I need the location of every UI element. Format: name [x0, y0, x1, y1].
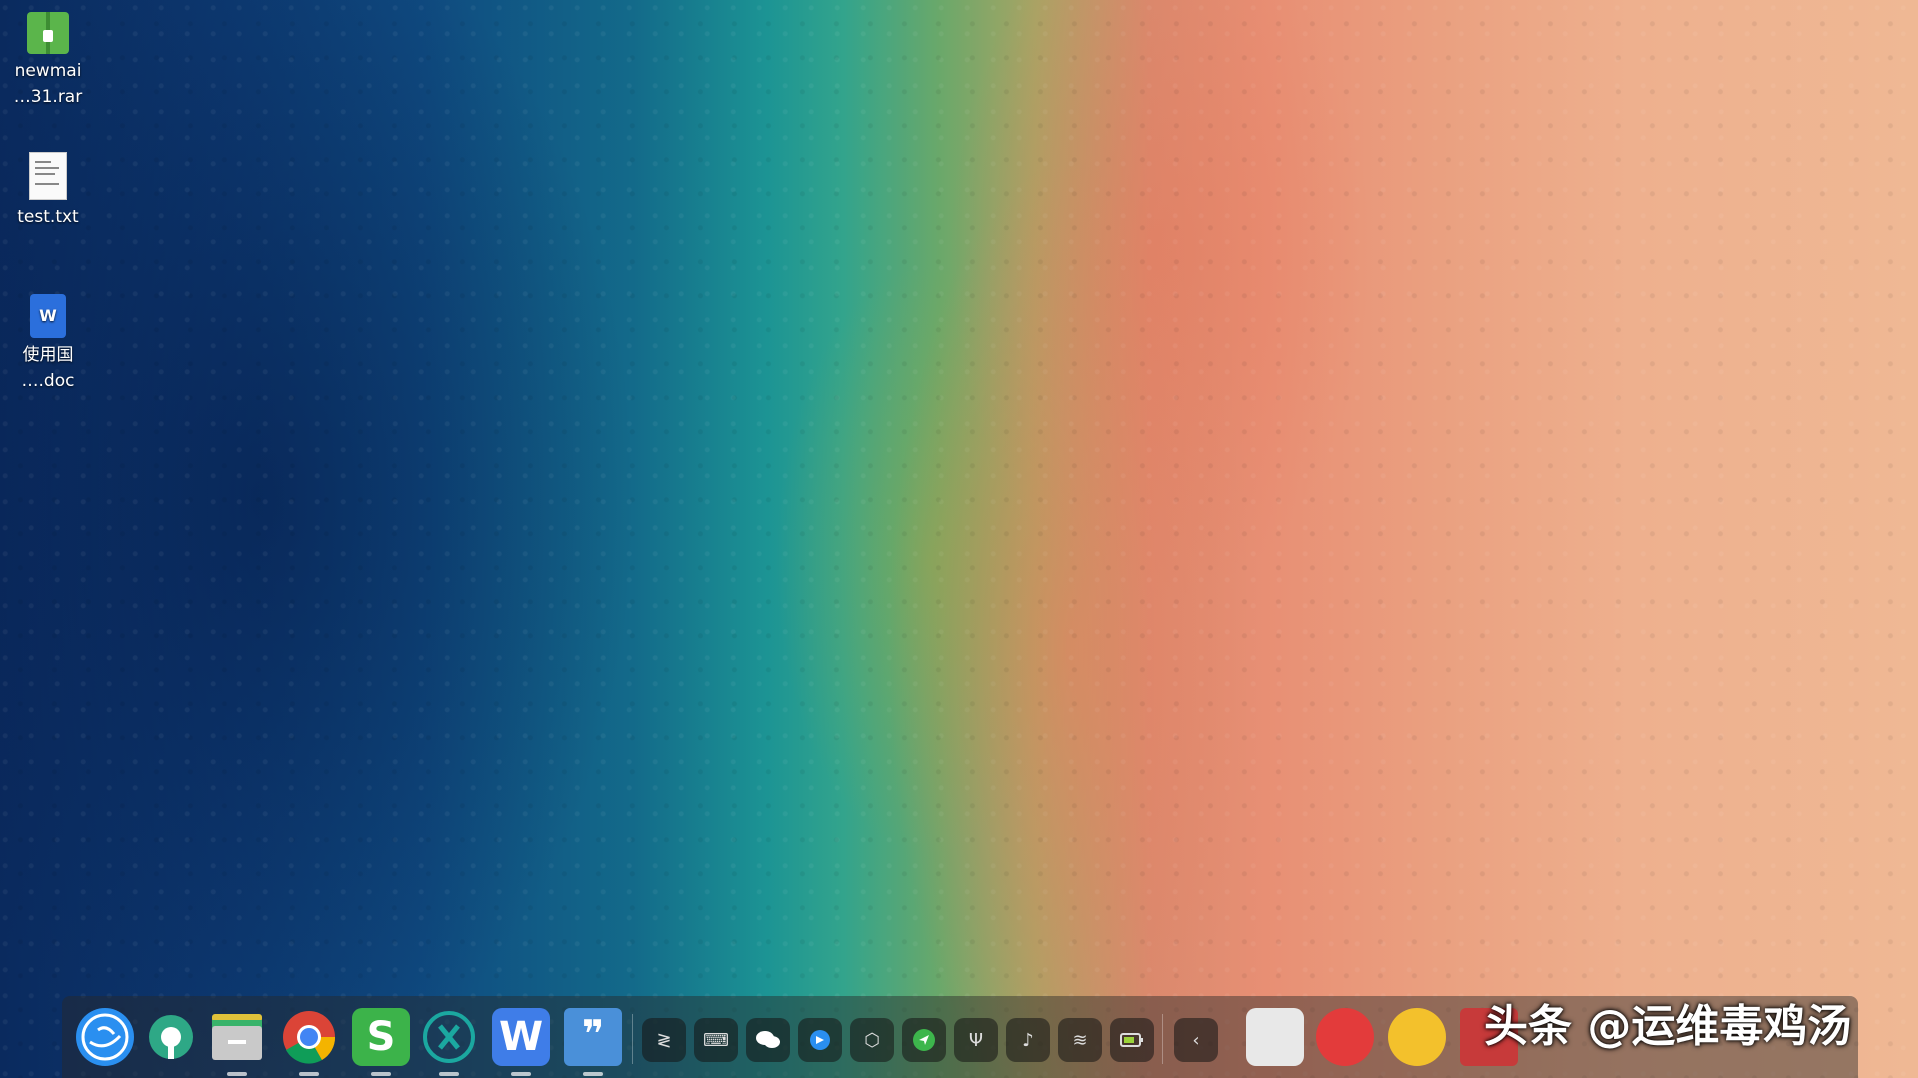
chrome-icon[interactable]: [280, 1008, 338, 1076]
desktop-file-doc[interactable]: W 使用国 ….doc: [4, 294, 92, 394]
x-remote-icon[interactable]: [420, 1008, 478, 1076]
desktop-file-label: …31.rar: [13, 87, 83, 107]
red-app-icon[interactable]: [1316, 1008, 1374, 1066]
desktop-file-rar[interactable]: newmai …31.rar: [4, 12, 92, 110]
wps-w-icon[interactable]: W: [492, 1008, 550, 1076]
desktop-file-label: test.txt: [17, 207, 79, 227]
settings-gear-icon[interactable]: [142, 1008, 200, 1066]
dock-separator: [1162, 1014, 1163, 1064]
battery-tray-icon[interactable]: [1110, 1018, 1154, 1062]
rar-archive-icon: [27, 12, 69, 54]
wifi-tray-icon[interactable]: ≋: [1058, 1018, 1102, 1062]
desktop-file-label: newmai: [14, 61, 82, 81]
quote-doc-icon[interactable]: ❞: [564, 1008, 622, 1076]
wechat-tray-icon[interactable]: [746, 1018, 790, 1062]
send-tray-icon[interactable]: [902, 1018, 946, 1062]
folder-icon[interactable]: [208, 1008, 266, 1076]
transfer-tray-icon[interactable]: [798, 1018, 842, 1062]
terminal-tray-icon[interactable]: ≷: [642, 1018, 686, 1062]
clock-app-icon[interactable]: [1388, 1008, 1446, 1066]
wps-s-icon[interactable]: S: [352, 1008, 410, 1076]
watermark-text: 头条 @运维毒鸡汤: [1484, 1001, 1852, 1052]
keyboard-tray-icon[interactable]: ⌨: [694, 1018, 738, 1062]
desktop-file-label: ….doc: [21, 371, 75, 391]
usb-tray-icon[interactable]: Ψ: [954, 1018, 998, 1062]
desktop-wallpaper: [0, 0, 1918, 1078]
deepin-launcher-icon[interactable]: [76, 1008, 134, 1066]
word-document-icon: W: [30, 294, 66, 338]
dock-separator: [632, 1014, 633, 1064]
desktop-file-txt[interactable]: test.txt: [4, 152, 92, 230]
text-file-icon: [29, 152, 67, 200]
keyboard-app-icon[interactable]: [1246, 1008, 1304, 1066]
collapse-tray-icon[interactable]: ‹: [1174, 1018, 1218, 1062]
volume-tray-icon[interactable]: ♪: [1006, 1018, 1050, 1062]
package-tray-icon[interactable]: ⬡: [850, 1018, 894, 1062]
desktop-file-label: 使用国: [22, 345, 74, 365]
